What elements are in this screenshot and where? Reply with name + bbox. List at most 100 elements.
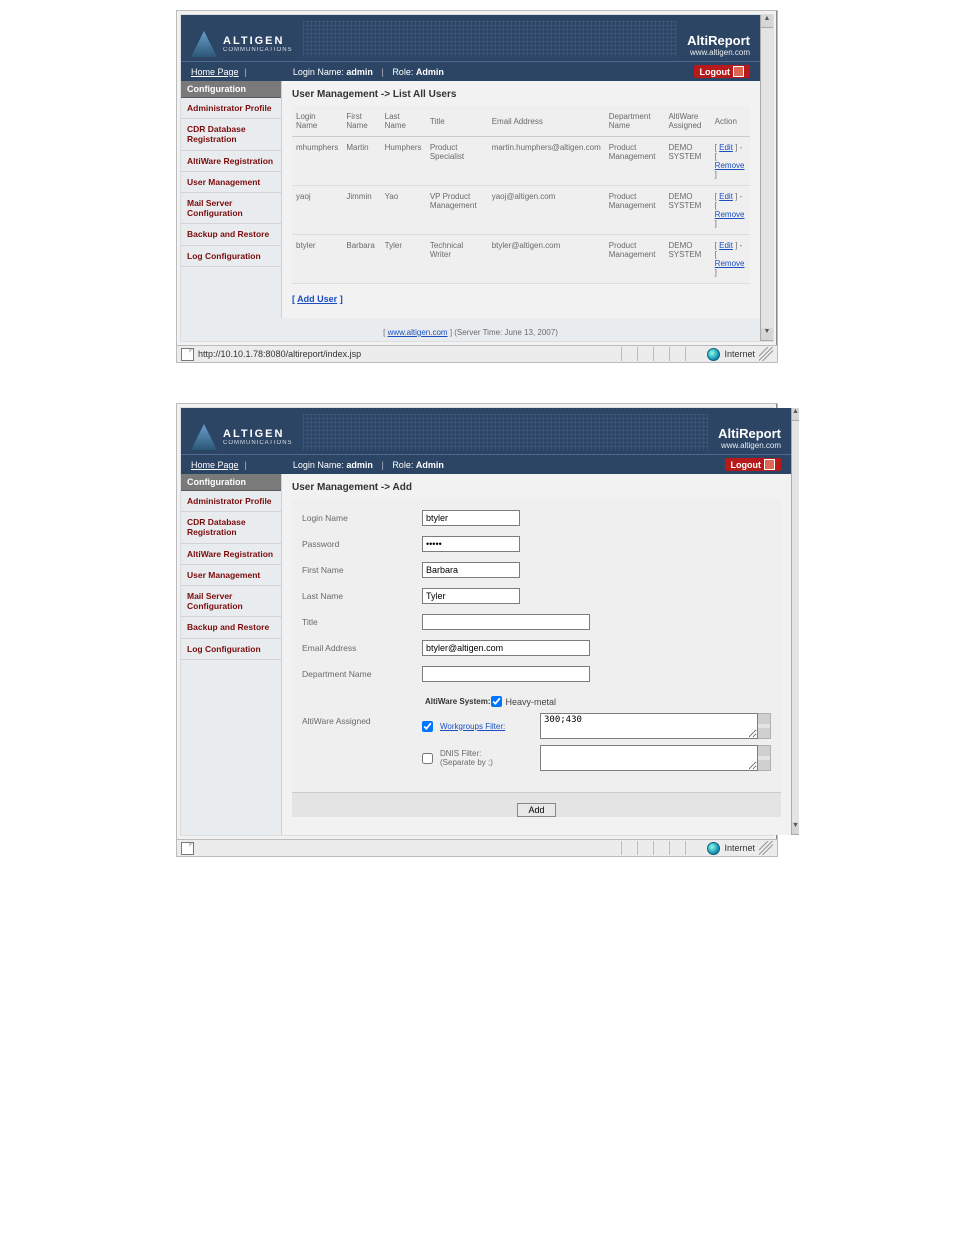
add-user-row: [ Add User ]	[292, 294, 750, 304]
sidebar-item-cdr-registration[interactable]: CDR Database Registration	[181, 512, 281, 543]
email-label: Email Address	[302, 643, 422, 653]
page-title: User Management -> Add	[292, 480, 781, 499]
altigen-logo-icon	[191, 424, 217, 450]
title-input[interactable]	[422, 614, 590, 630]
th-aw: AltiWare Assigned	[664, 106, 710, 137]
login-name-label: Login Name:	[293, 67, 344, 77]
sidebar-item-altiware-reg[interactable]: AltiWare Registration	[181, 544, 281, 565]
altiware-system-value: Heavy-metal	[506, 697, 557, 707]
edit-link[interactable]: Edit	[719, 143, 733, 152]
role-label: Role:	[392, 460, 413, 470]
remove-link[interactable]: Remove	[715, 161, 745, 170]
th-dept: Department Name	[605, 106, 665, 137]
email-input[interactable]	[422, 640, 590, 656]
add-user-link[interactable]: Add User	[297, 294, 337, 304]
sidebar-item-cdr-registration[interactable]: CDR Database Registration	[181, 119, 281, 150]
vertical-scrollbar[interactable]: ▲ ▼	[791, 408, 799, 835]
sidebar-item-user-management[interactable]: User Management	[181, 172, 281, 193]
department-input[interactable]	[422, 666, 590, 682]
logo: ALTIGEN COMMUNICATIONS	[191, 31, 293, 57]
scroll-down-icon[interactable]: ▼	[761, 328, 773, 341]
app-header: ALTIGEN COMMUNICATIONS AltiReport www.al…	[181, 15, 760, 61]
dnis-filter-checkbox[interactable]	[422, 753, 433, 764]
login-input[interactable]	[422, 510, 520, 526]
th-last: Last Name	[381, 106, 426, 137]
sidebar-item-backup-restore[interactable]: Backup and Restore	[181, 617, 281, 638]
password-label: Password	[302, 539, 422, 549]
altiware-system-checkbox[interactable]	[491, 696, 502, 707]
screenshot-list-all-users: ALTIGEN COMMUNICATIONS AltiReport www.al…	[176, 10, 778, 363]
login-name-value: admin	[346, 67, 373, 77]
sidebar-item-mail-server[interactable]: Mail Server Configuration	[181, 193, 281, 224]
sidebar-item-log-config[interactable]: Log Configuration	[181, 246, 281, 267]
dnis-filter-textarea[interactable]	[540, 745, 758, 771]
scroll-up-icon[interactable]: ▲	[761, 15, 773, 28]
scroll-down-icon[interactable]: ▼	[792, 822, 799, 835]
dnis-filter-label: DNIS Filter:	[440, 749, 481, 758]
textarea-scrollbar[interactable]	[758, 745, 771, 771]
add-button[interactable]: Add	[517, 803, 555, 817]
status-url: http://10.10.1.78:8080/altireport/index.…	[198, 349, 361, 359]
header-pattern	[303, 414, 709, 450]
sidebar-item-admin-profile[interactable]: Administrator Profile	[181, 98, 281, 119]
content-area: User Management -> Add Login Name Passwo…	[282, 474, 791, 835]
last-name-input[interactable]	[422, 588, 520, 604]
sidebar-item-altiware-reg[interactable]: AltiWare Registration	[181, 151, 281, 172]
resize-handle-icon[interactable]	[759, 347, 773, 361]
users-table: Login Name First Name Last Name Title Em…	[292, 106, 750, 284]
th-first: First Name	[342, 106, 380, 137]
top-nav: Home Page | Login Name: admin | Role: Ad…	[181, 454, 791, 474]
first-name-input[interactable]	[422, 562, 520, 578]
login-name-label: Login Name:	[293, 460, 344, 470]
password-input[interactable]	[422, 536, 520, 552]
content-area: User Management -> List All Users Login …	[282, 81, 760, 318]
sidebar-item-admin-profile[interactable]: Administrator Profile	[181, 491, 281, 512]
textarea-scrollbar[interactable]	[758, 713, 771, 739]
home-page-link[interactable]: Home Page	[191, 67, 239, 77]
logout-button[interactable]: Logout	[694, 65, 751, 78]
th-email: Email Address	[488, 106, 605, 137]
status-zone: Internet	[724, 843, 755, 853]
sidebar-item-log-config[interactable]: Log Configuration	[181, 639, 281, 660]
company-tagline: COMMUNICATIONS	[223, 440, 293, 446]
workgroups-filter-checkbox[interactable]	[422, 721, 433, 732]
table-row: yaoj Jimmin Yao VP Product Management ya…	[292, 186, 750, 235]
product-url: www.altigen.com	[687, 48, 750, 57]
status-bar: http://10.10.1.78:8080/altireport/index.…	[177, 345, 777, 362]
sidebar-tab-configuration[interactable]: Configuration	[181, 474, 281, 491]
vertical-scrollbar[interactable]: ▲ ▼	[760, 15, 773, 341]
logout-icon	[733, 66, 744, 77]
company-name: ALTIGEN	[223, 429, 293, 440]
product-url: www.altigen.com	[718, 441, 781, 450]
header-pattern	[303, 21, 678, 57]
altigen-logo-icon	[191, 31, 217, 57]
footer-link[interactable]: www.altigen.com	[388, 328, 448, 337]
home-page-link[interactable]: Home Page	[191, 460, 239, 470]
sidebar-tab-configuration[interactable]: Configuration	[181, 81, 281, 98]
remove-link[interactable]: Remove	[715, 259, 745, 268]
resize-handle-icon[interactable]	[759, 841, 773, 855]
edit-link[interactable]: Edit	[719, 241, 733, 250]
product-name: AltiReport	[718, 426, 781, 441]
sidebar-item-backup-restore[interactable]: Backup and Restore	[181, 224, 281, 245]
th-title: Title	[426, 106, 488, 137]
logo: ALTIGEN COMMUNICATIONS	[191, 424, 293, 450]
logout-button[interactable]: Logout	[725, 458, 782, 471]
status-bar: Internet	[177, 839, 777, 856]
workgroups-filter-link[interactable]: Workgroups Filter:	[440, 722, 505, 731]
footer: [ www.altigen.com ] (Server Time: June 1…	[181, 318, 760, 341]
edit-link[interactable]: Edit	[719, 192, 733, 201]
top-nav: Home Page | Login Name: admin | Role: Ad…	[181, 61, 760, 81]
workgroups-filter-textarea[interactable]	[540, 713, 758, 739]
internet-zone-icon	[707, 348, 720, 361]
remove-link[interactable]: Remove	[715, 210, 745, 219]
dnis-filter-hint: (Separate by ;)	[440, 758, 493, 767]
altiware-assigned-label: AltiWare Assigned	[302, 692, 422, 726]
login-name-value: admin	[346, 460, 373, 470]
sidebar-item-mail-server[interactable]: Mail Server Configuration	[181, 586, 281, 617]
internet-zone-icon	[707, 842, 720, 855]
login-label: Login Name	[302, 513, 422, 523]
app-header: ALTIGEN COMMUNICATIONS AltiReport www.al…	[181, 408, 791, 454]
sidebar-item-user-management[interactable]: User Management	[181, 565, 281, 586]
scroll-up-icon[interactable]: ▲	[792, 408, 799, 421]
